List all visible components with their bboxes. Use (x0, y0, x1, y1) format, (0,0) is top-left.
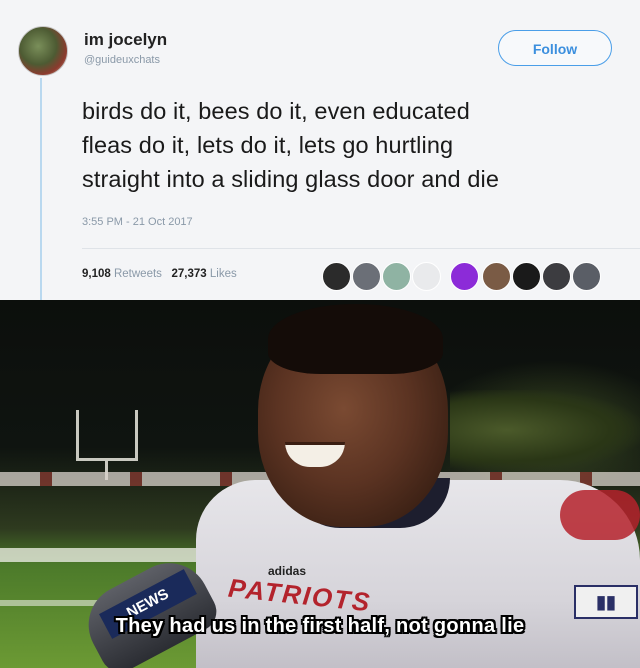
background-trees (450, 390, 640, 470)
jersey-shoulder (560, 490, 640, 540)
thread-line (40, 78, 42, 300)
subtitle-caption: They had us in the first half, not gonna… (0, 615, 640, 638)
tweet-text-line: birds do it, bees do it, even educated (82, 98, 470, 124)
liker-avatar[interactable] (482, 262, 511, 291)
liker-avatar[interactable] (542, 262, 571, 291)
tweet-text-line: fleas do it, lets do it, lets go hurtlin… (82, 132, 454, 158)
retweets-count[interactable]: 9,108 (82, 268, 111, 280)
tweet-text-line: straight into a sliding glass door and d… (82, 166, 500, 192)
goalpost (76, 410, 79, 460)
liker-avatar[interactable] (412, 262, 441, 291)
retweets-label[interactable]: Retweets (114, 268, 162, 280)
likes-label[interactable]: Likes (210, 268, 237, 280)
divider (82, 248, 640, 249)
display-name[interactable]: im jocelyn (84, 30, 167, 50)
goalpost (135, 410, 138, 460)
liker-avatar[interactable] (352, 262, 381, 291)
liker-avatar[interactable] (450, 262, 479, 291)
tweet-card: im jocelyn @guideuxchats Follow birds do… (0, 0, 640, 300)
avatar[interactable] (18, 26, 68, 76)
liker-avatar[interactable] (512, 262, 541, 291)
liker-avatar[interactable] (382, 262, 411, 291)
player-hair (268, 304, 443, 374)
tweet-timestamp[interactable]: 3:55 PM - 21 Oct 2017 (82, 216, 193, 228)
liker-avatars (320, 262, 640, 292)
user-handle[interactable]: @guideuxchats (84, 54, 160, 66)
subtitle-text: They had us in the first half, not gonna… (115, 615, 525, 637)
likes-count[interactable]: 27,373 (172, 268, 207, 280)
tweet-text: birds do it, bees do it, even educated f… (82, 94, 640, 196)
liker-avatar[interactable] (572, 262, 601, 291)
meme-photo: adidas PATRIOTS ▮▮ NEWS They had us in t… (0, 300, 640, 668)
jersey-patch: ▮▮ (574, 585, 638, 619)
brand-logo: adidas (268, 564, 307, 578)
tweet-stats: 9,108 Retweets 27,373 Likes (82, 268, 237, 280)
follow-button[interactable]: Follow (498, 30, 612, 66)
liker-avatar[interactable] (322, 262, 351, 291)
